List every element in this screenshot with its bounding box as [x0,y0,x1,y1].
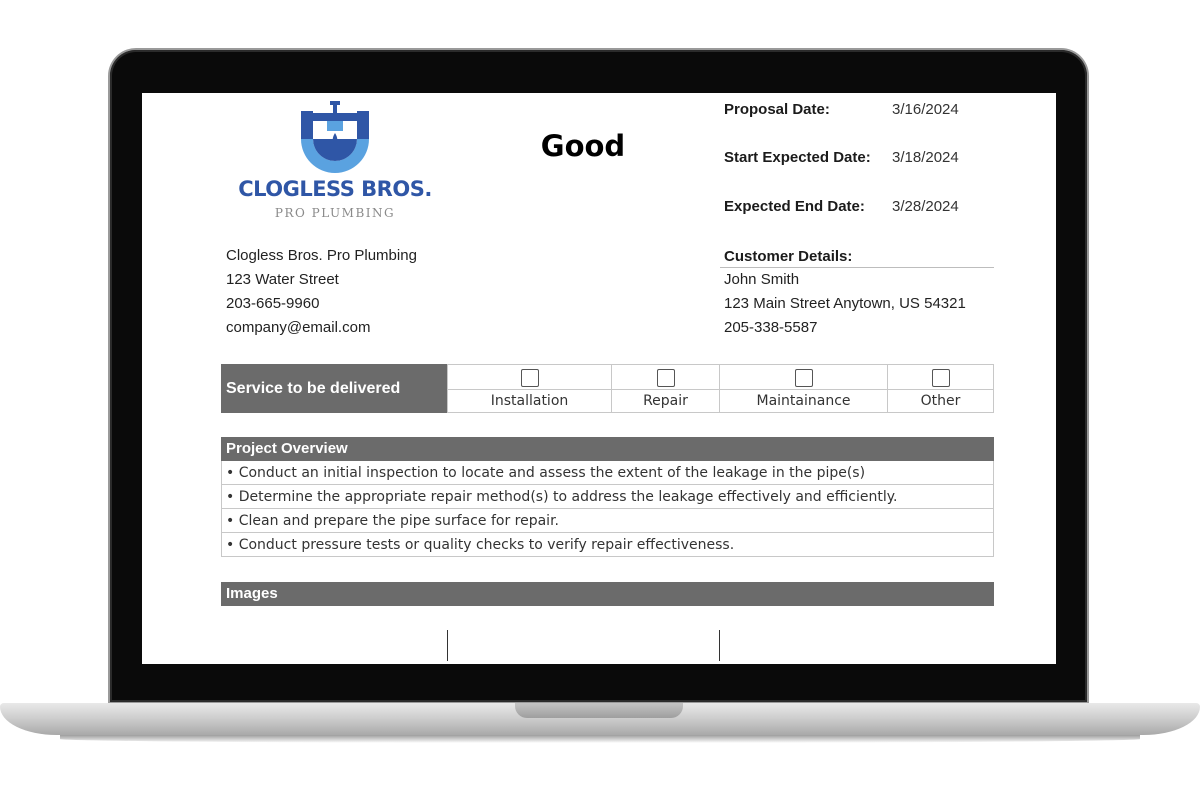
company-email: company@email.com [226,319,371,336]
customer-heading-divider [720,267,994,268]
start-date-value: 3/18/2024 [892,149,959,166]
proposal-date-label: Proposal Date: [724,101,830,118]
service-option-label: Maintainance [756,393,851,409]
laptop-opening-notch [515,703,683,718]
end-date-label: Expected End Date: [724,198,865,215]
pipe-logo-icon [301,101,369,173]
project-overview-list: • Conduct an initial inspection to locat… [221,461,994,557]
customer-address: 123 Main Street Anytown, US 54321 [724,295,966,312]
page-title: Good [540,129,626,163]
installation-checkbox[interactable] [520,369,539,387]
project-overview-heading: Project Overview [221,437,994,461]
other-checkbox[interactable] [931,369,950,387]
logo-tagline: PRO PLUMBING [274,206,396,220]
laptop-shadow [60,735,1140,743]
logo-company-name: CLOGLESS BROS. [238,177,432,201]
customer-details-heading: Customer Details: [724,248,853,265]
service-options-grid: Installation Repair Maintainance Other [447,364,994,413]
company-street: 123 Water Street [226,271,339,288]
overview-item: • Determine the appropriate repair metho… [222,485,993,509]
customer-name: John Smith [724,271,800,288]
service-option-installation: Installation [448,365,612,412]
service-option-label: Installation [490,393,569,409]
company-name: Clogless Bros. Pro Plumbing [226,247,417,264]
image-column-divider [719,630,720,661]
service-option-maintainance: Maintainance [720,365,888,412]
overview-item: • Clean and prepare the pipe surface for… [222,509,993,533]
start-date-label: Start Expected Date: [724,149,871,166]
service-option-repair: Repair [612,365,720,412]
service-option-label: Repair [643,393,688,409]
overview-item: • Conduct pressure tests or quality chec… [222,533,993,557]
end-date-value: 3/28/2024 [892,198,959,215]
service-option-other: Other [888,365,993,412]
overview-item: • Conduct an initial inspection to locat… [222,461,993,485]
images-heading: Images [221,582,994,606]
service-section-label: Service to be delivered [221,364,447,413]
service-option-label: Other [920,393,961,409]
document-screen: CLOGLESS BROS. PRO PLUMBING Good Proposa… [142,93,1056,664]
proposal-date-value: 3/16/2024 [892,101,959,118]
customer-phone: 205-338-5587 [724,319,818,336]
company-phone: 203-665-9960 [226,295,320,312]
maintainance-checkbox[interactable] [794,369,813,387]
repair-checkbox[interactable] [656,369,675,387]
image-column-divider [447,630,448,661]
company-logo: CLOGLESS BROS. PRO PLUMBING [235,99,435,220]
